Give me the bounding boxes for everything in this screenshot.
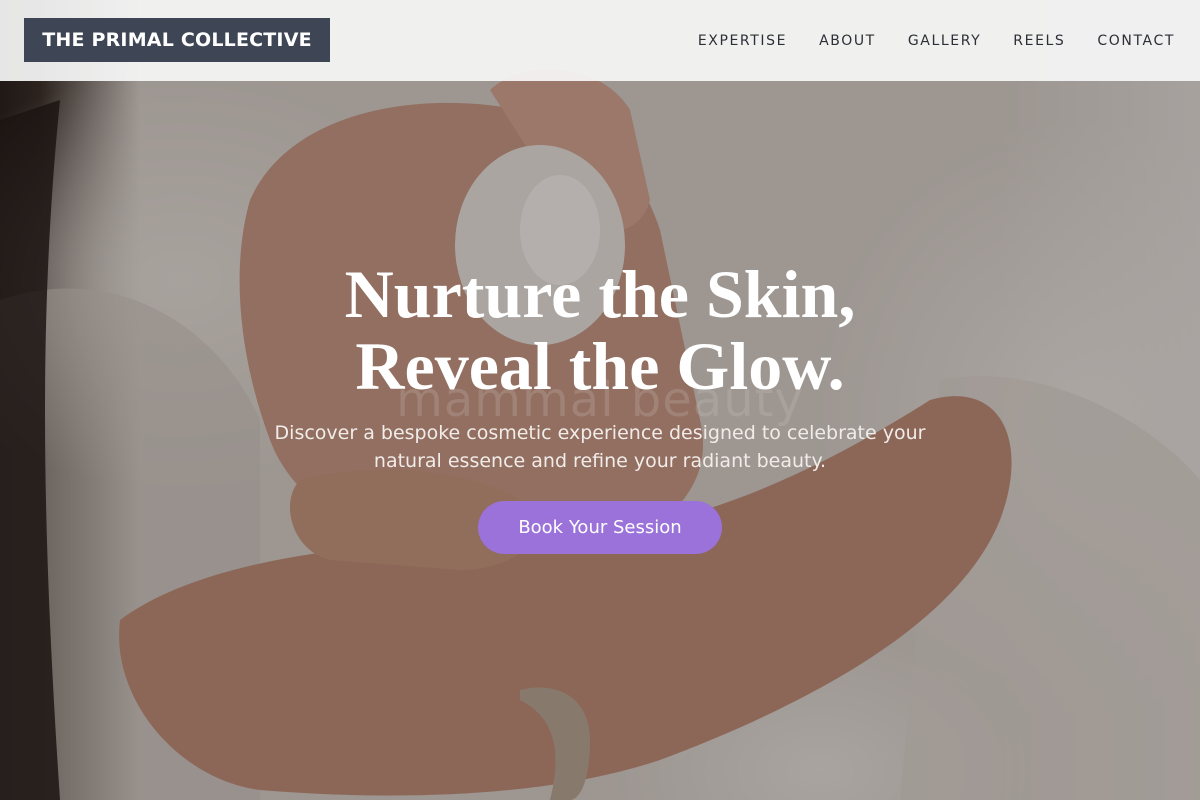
nav-link-contact[interactable]: CONTACT (1097, 33, 1175, 49)
hero-headline-line-1: Nurture the Skin, (344, 256, 856, 332)
nav-link-about[interactable]: ABOUT (819, 33, 876, 49)
hero-headline-line-2: Reveal the Glow. (355, 328, 845, 404)
site-header: THE PRIMAL COLLECTIVE EXPERTISE ABOUT GA… (0, 0, 1200, 81)
main-nav: EXPERTISE ABOUT GALLERY REELS CONTACT (666, 0, 1175, 81)
book-session-button[interactable]: Book Your Session (478, 501, 722, 554)
nav-link-gallery[interactable]: GALLERY (908, 33, 981, 49)
nav-link-reels[interactable]: REELS (1013, 33, 1065, 49)
nav-link-expertise[interactable]: EXPERTISE (698, 33, 787, 49)
hero-subtext: Discover a bespoke cosmetic experience d… (274, 422, 926, 472)
hero-headline: Nurture the Skin, Reveal the Glow. (0, 258, 1200, 402)
brand-logo[interactable]: THE PRIMAL COLLECTIVE (24, 18, 330, 62)
